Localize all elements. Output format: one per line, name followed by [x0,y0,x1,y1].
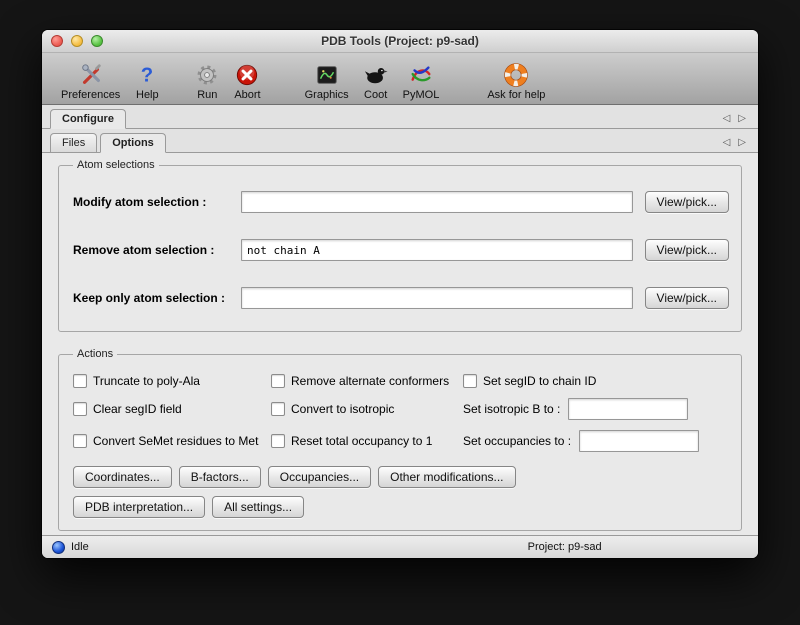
checkbox-label: Convert to isotropic [291,402,394,416]
atom-selections-legend: Atom selections [73,159,159,171]
remove-selection-input[interactable] [241,239,633,261]
reset-occupancy-checkbox[interactable]: Reset total occupancy to 1 [271,434,463,448]
set-isotropic-b-label: Set isotropic B to : [463,402,560,416]
tabrow-main: Configure ◁ ▷ [42,105,758,129]
pymol-icon [408,62,434,88]
keep-viewpick-button[interactable]: View/pick... [645,287,729,309]
title-bar[interactable]: PDB Tools (Project: p9-sad) [42,30,758,53]
toolbar-label: Ask for help [487,89,545,101]
set-occupancies-label: Set occupancies to : [463,434,571,448]
set-occupancies-field: Set occupancies to : [463,430,729,452]
checkbox-icon[interactable] [463,374,477,388]
status-text: Idle [71,541,89,553]
svg-text:?: ? [141,64,153,86]
status-indicator-icon [52,541,65,554]
clear-segid-checkbox[interactable]: Clear segID field [73,402,271,416]
toolbar-preferences[interactable]: Preferences [54,62,127,101]
toolbar-label: Run [197,89,217,101]
checkbox-label: Remove alternate conformers [291,374,449,388]
coot-bird-icon [363,62,389,88]
toolbar-coot[interactable]: Coot [356,62,396,101]
atom-selections-group: Atom selections Modify atom selection : … [58,159,742,332]
checkbox-label: Set segID to chain ID [483,374,596,388]
tab-nav-main: ◁ ▷ [723,113,750,128]
modify-selection-row: Modify atom selection : View/pick... [73,191,729,213]
toolbar-ask-for-help[interactable]: Ask for help [480,62,552,101]
coordinates-button[interactable]: Coordinates... [73,466,172,488]
remove-alt-conformers-checkbox[interactable]: Remove alternate conformers [271,374,463,388]
keep-selection-row: Keep only atom selection : View/pick... [73,287,729,309]
app-window: PDB Tools (Project: p9-sad) Preferences … [42,30,758,558]
toolbar-run[interactable]: Run [187,62,227,101]
other-modifications-button[interactable]: Other modifications... [378,466,515,488]
modify-selection-label: Modify atom selection : [73,195,241,209]
actions-buttons-row1: Coordinates... B-factors... Occupancies.… [73,466,729,488]
status-bar: Idle Project: p9-sad [42,535,758,558]
toolbar-help[interactable]: ? Help [127,62,167,101]
checkbox-icon[interactable] [271,374,285,388]
toolbar-label: Help [136,89,159,101]
remove-viewpick-button[interactable]: View/pick... [645,239,729,261]
set-isotropic-b-field: Set isotropic B to : [463,398,729,420]
checkbox-icon[interactable] [73,434,87,448]
actions-group: Actions Truncate to poly-Ala Remove alte… [58,348,742,531]
actions-buttons-row2: PDB interpretation... All settings... [73,496,729,518]
help-icon: ? [134,62,160,88]
checkbox-icon[interactable] [73,402,87,416]
checkbox-label: Convert SeMet residues to Met [93,434,258,448]
tab-scroll-right-icon[interactable]: ▷ [738,113,746,124]
set-occupancies-input[interactable] [579,430,699,452]
bfactors-button[interactable]: B-factors... [179,466,261,488]
tab-nav-sub: ◁ ▷ [723,137,750,152]
checkbox-label: Reset total occupancy to 1 [291,434,432,448]
set-isotropic-b-input[interactable] [568,398,688,420]
keep-selection-input[interactable] [241,287,633,309]
checkbox-icon[interactable] [271,402,285,416]
checkbox-icon[interactable] [73,374,87,388]
project-label: Project: p9-sad [528,541,602,553]
tab-scroll-left-icon[interactable]: ◁ [723,113,731,124]
abort-icon [234,62,260,88]
toolbar-label: Abort [234,89,260,101]
tab-files[interactable]: Files [50,133,97,152]
actions-legend: Actions [73,348,117,360]
checkbox-label: Clear segID field [93,402,182,416]
modify-selection-input[interactable] [241,191,633,213]
options-panel: Atom selections Modify atom selection : … [42,153,758,535]
tabrow-sub: Files Options ◁ ▷ [42,129,758,153]
run-gear-icon [194,62,220,88]
tab-options[interactable]: Options [100,133,166,153]
toolbar-graphics[interactable]: Graphics [298,62,356,101]
remove-selection-label: Remove atom selection : [73,243,241,257]
tab-scroll-right-icon[interactable]: ▷ [738,137,746,148]
checkbox-icon[interactable] [271,434,285,448]
toolbar-label: Graphics [305,89,349,101]
keep-selection-label: Keep only atom selection : [73,291,241,305]
window-title: PDB Tools (Project: p9-sad) [42,34,758,48]
toolbar-label: PyMOL [403,89,440,101]
toolbar-label: Coot [364,89,387,101]
modify-viewpick-button[interactable]: View/pick... [645,191,729,213]
tab-scroll-left-icon[interactable]: ◁ [723,137,731,148]
toolbar: Preferences ? Help Run [42,53,758,105]
convert-isotropic-checkbox[interactable]: Convert to isotropic [271,402,463,416]
toolbar-label: Preferences [61,89,120,101]
lifebuoy-icon [503,62,529,88]
preferences-icon [78,62,104,88]
graphics-icon [314,62,340,88]
tab-configure[interactable]: Configure [50,109,126,129]
all-settings-button[interactable]: All settings... [212,496,304,518]
convert-semet-checkbox[interactable]: Convert SeMet residues to Met [73,434,271,448]
checkbox-label: Truncate to poly-Ala [93,374,200,388]
toolbar-pymol[interactable]: PyMOL [396,62,447,101]
remove-selection-row: Remove atom selection : View/pick... [73,239,729,261]
toolbar-abort[interactable]: Abort [227,62,267,101]
truncate-polyala-checkbox[interactable]: Truncate to poly-Ala [73,374,271,388]
actions-grid: Truncate to poly-Ala Remove alternate co… [73,374,729,452]
pdb-interpretation-button[interactable]: PDB interpretation... [73,496,205,518]
occupancies-button[interactable]: Occupancies... [268,466,371,488]
set-segid-chainid-checkbox[interactable]: Set segID to chain ID [463,374,729,388]
